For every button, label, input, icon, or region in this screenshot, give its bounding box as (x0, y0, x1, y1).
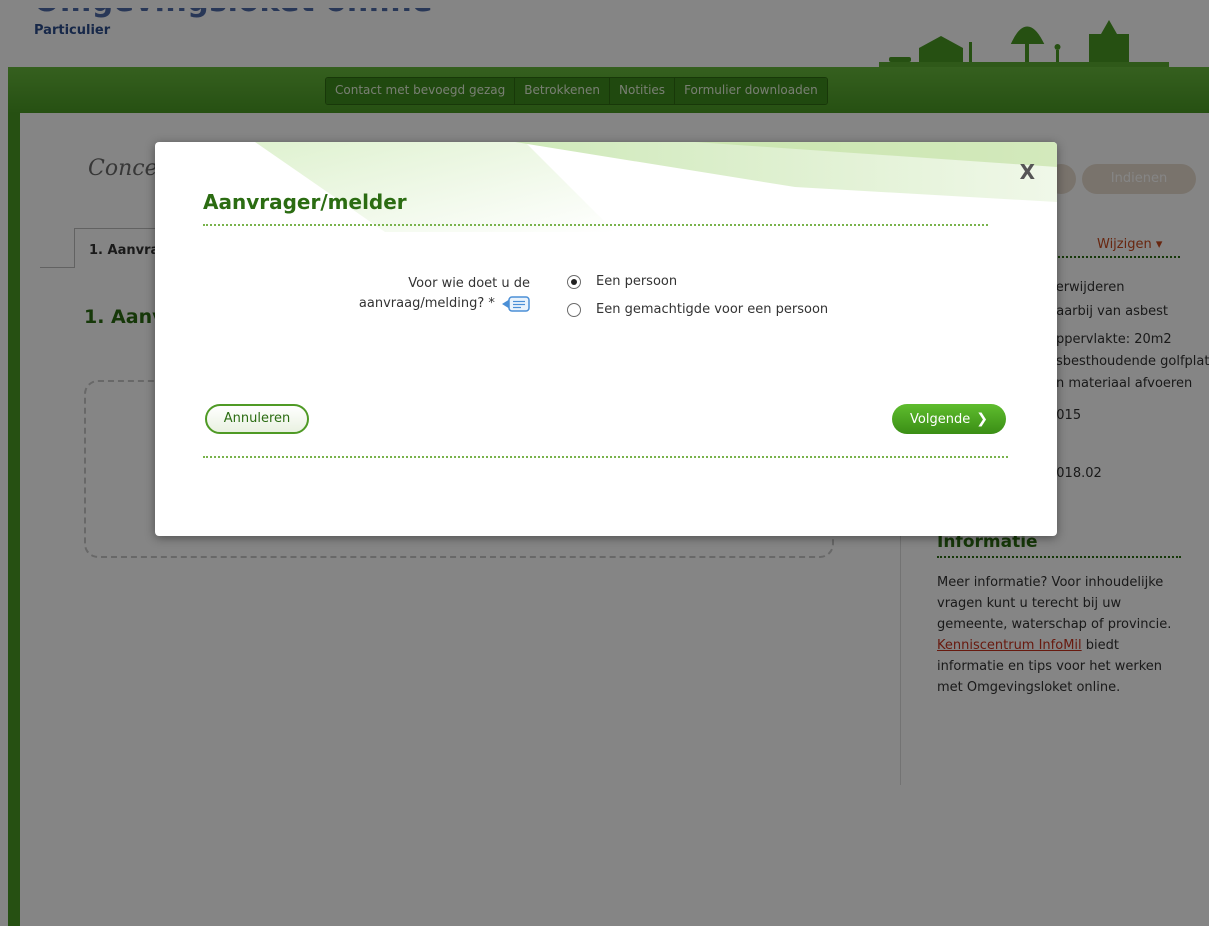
question-label: Voor wie doet u de aanvraag/melding? * (305, 274, 530, 314)
option-label: Een persoon (596, 274, 678, 289)
option-label: Een gemachtigde voor een persoon (596, 302, 829, 317)
aanvrager-dialog: X Aanvrager/melder Voor wie doet u de aa… (155, 142, 1057, 536)
question-line-2: aanvraag/melding? * (305, 294, 530, 314)
radio-een-persoon[interactable] (567, 274, 581, 289)
question-line-1: Voor wie doet u de (408, 276, 530, 291)
option-een-persoon[interactable]: Een persoon (567, 274, 677, 289)
dialog-title-separator (203, 224, 988, 226)
volgende-label: Volgende (910, 412, 971, 427)
option-gemachtigde[interactable]: Een gemachtigde voor een persoon (567, 302, 828, 317)
annuleren-button[interactable]: Annuleren (205, 404, 309, 434)
chevron-right-icon: ❯ (976, 411, 988, 427)
volgende-button[interactable]: Volgende ❯ (892, 404, 1006, 434)
radio-gemachtigde[interactable] (567, 302, 581, 317)
question-line-2-text: aanvraag/melding? * (358, 296, 495, 311)
dialog-title: Aanvrager/melder (203, 190, 407, 214)
help-speech-icon[interactable] (502, 295, 530, 312)
dialog-banner-decoration (255, 142, 1057, 232)
dialog-footer-separator (203, 456, 1008, 458)
close-icon[interactable]: X (1020, 160, 1035, 184)
